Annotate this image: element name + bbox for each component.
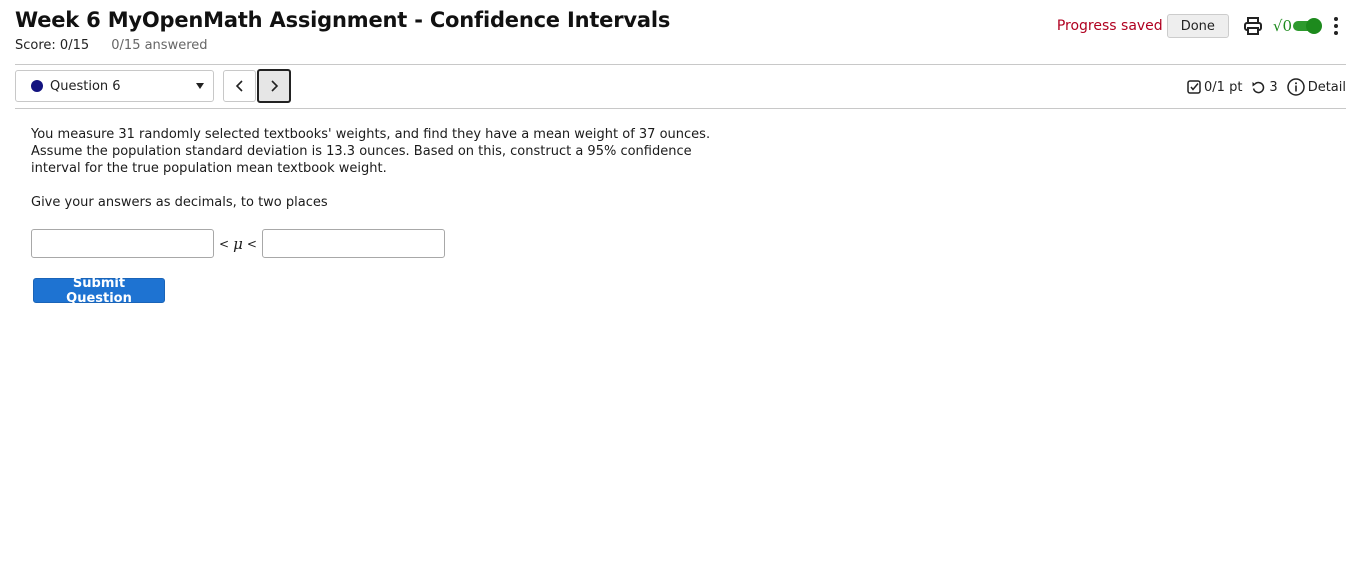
- question-nav: Question 6 0/1 pt 3 Detail: [15, 69, 1346, 103]
- chevron-right-icon: [271, 80, 279, 92]
- submit-question-button[interactable]: Submit Question: [33, 276, 165, 306]
- next-question-button[interactable]: [257, 69, 291, 103]
- score-text: Score: 0/15: [15, 38, 90, 53]
- question-select-label: Question 6: [50, 78, 121, 94]
- question-instructions: Give your answers as decimals, to two pl…: [31, 195, 328, 210]
- header-toolbar: Progress saved Done √0: [1057, 13, 1343, 39]
- header-divider: [15, 64, 1346, 65]
- progress-saved-status: Progress saved: [1056, 18, 1163, 34]
- points-text: 0/1 pt: [1204, 79, 1243, 95]
- previous-question-button[interactable]: [223, 70, 256, 102]
- score-line: Score: 0/15 0/15 answered: [15, 38, 208, 53]
- upper-bound-input[interactable]: [261, 229, 445, 258]
- sqrt-icon: √0: [1272, 17, 1292, 35]
- question-select[interactable]: Question 6: [15, 70, 214, 102]
- toggle-knob: [1306, 18, 1322, 34]
- question-text: You measure 31 randomly selected textboo…: [31, 127, 711, 176]
- checkbox-icon: [1187, 80, 1201, 94]
- assignment-title: Week 6 MyOpenMath Assignment - Confidenc…: [15, 8, 671, 32]
- less-than-symbol: <: [219, 236, 230, 251]
- toggle-switch[interactable]: [1293, 18, 1322, 34]
- lower-bound-input[interactable]: [31, 229, 214, 258]
- info-icon[interactable]: [1286, 78, 1305, 96]
- question-body: You measure 31 randomly selected textboo…: [31, 126, 711, 211]
- question-meta: 0/1 pt 3 Detail: [1187, 78, 1346, 96]
- done-button[interactable]: Done: [1166, 14, 1229, 38]
- answer-row: < μ <: [31, 229, 445, 258]
- math-entry-toggle[interactable]: √0: [1272, 17, 1322, 35]
- caret-down-icon: [196, 83, 204, 89]
- inequality-expression: < μ <: [219, 235, 257, 253]
- tries-remaining: 3: [1269, 79, 1278, 95]
- chevron-left-icon: [235, 80, 243, 92]
- nav-divider: [15, 108, 1346, 109]
- mu-symbol: μ: [233, 234, 243, 253]
- printer-icon[interactable]: [1243, 16, 1263, 36]
- question-status-dot: [31, 80, 43, 92]
- less-than-symbol: <: [246, 236, 257, 251]
- kebab-menu-icon[interactable]: [1329, 16, 1343, 36]
- answered-count: 0/15 answered: [111, 38, 208, 53]
- retry-icon: [1251, 80, 1266, 95]
- detail-link[interactable]: Detail: [1308, 80, 1346, 95]
